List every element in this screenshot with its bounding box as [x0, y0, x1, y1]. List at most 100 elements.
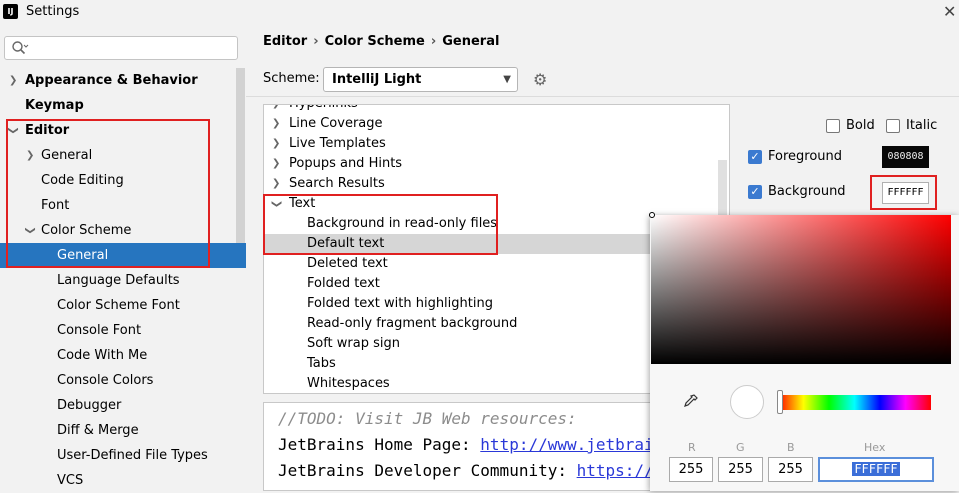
color-preview-circle [730, 385, 764, 419]
settings-search-input[interactable] [4, 36, 238, 60]
sidebar-item-color-scheme-font[interactable]: Color Scheme Font [0, 293, 236, 318]
foreground-label: Foreground [768, 149, 843, 164]
r-label: R [688, 441, 696, 454]
scheme-dropdown[interactable]: IntelliJ Light ▼ [323, 67, 518, 92]
preview-link[interactable]: https://www.jetbrains.com [577, 461, 653, 480]
b-label: B [787, 441, 795, 454]
sidebar-item-console-colors[interactable]: Console Colors [0, 368, 236, 393]
background-label: Background [768, 184, 846, 199]
code-preview: //TODO: Visit JB Web resources: JetBrain… [263, 402, 654, 491]
sidebar-item-debugger[interactable]: Debugger [0, 393, 236, 418]
sidebar-item-user-defined-file-types[interactable]: User-Defined File Types [0, 443, 236, 468]
hex-label: Hex [864, 441, 886, 454]
gear-icon[interactable]: ⚙ [533, 70, 547, 89]
sidebar-item-vcs[interactable]: VCS [0, 468, 236, 493]
red-input[interactable]: 255 [669, 457, 713, 482]
tree-item-label: Deleted text [307, 256, 388, 271]
chevron-right-icon: ❯ [272, 105, 280, 114]
eyedropper-icon[interactable] [683, 393, 699, 413]
sidebar-item-label: Appearance & Behavior [25, 73, 198, 88]
sidebar-item-label: Console Font [57, 323, 142, 338]
breadcrumb-separator-icon: › [430, 34, 437, 49]
sidebar-item-keymap[interactable]: Keymap [0, 93, 236, 118]
sidebar-item-label: Code With Me [57, 348, 148, 363]
sidebar-item-label: Diff & Merge [57, 423, 139, 438]
tree-item-label: Search Results [289, 176, 385, 191]
preview-line-community: JetBrains Developer Community: https://w… [278, 461, 653, 480]
hex-value: FFFFFF [852, 462, 900, 476]
breadcrumb-color-scheme[interactable]: Color Scheme [325, 34, 425, 49]
tree-item-label: Folded text [307, 276, 380, 291]
tree-item-label: Whitespaces [307, 376, 390, 391]
intellij-logo-icon: IJ [3, 4, 18, 19]
tree-item-label: Soft wrap sign [307, 336, 400, 351]
divider [246, 96, 959, 97]
tree-item-label: Line Coverage [289, 116, 383, 131]
window-title: Settings [26, 4, 80, 19]
sidebar-item-label: VCS [57, 473, 84, 488]
foreground-color-swatch[interactable]: 080808 [882, 146, 929, 168]
green-input[interactable]: 255 [718, 457, 763, 482]
preview-line-home: JetBrains Home Page: http://www.jetbrain… [278, 435, 653, 454]
hue-slider[interactable] [778, 395, 931, 410]
sidebar-item-label: Console Colors [57, 373, 154, 388]
sidebar-item-label: Language Defaults [57, 273, 180, 288]
breadcrumb-general: General [442, 34, 500, 49]
breadcrumb-editor[interactable]: Editor [263, 34, 307, 49]
tree-item-label: Live Templates [289, 136, 386, 151]
chevron-right-icon: ❯ [272, 138, 281, 149]
chevron-right-icon: ❯ [9, 75, 18, 86]
color-picker-popup: R G B Hex 255 255 255 FFFFFF [649, 212, 959, 491]
tree-item-label: Folded text with highlighting [307, 296, 493, 311]
tree-item-label: Read-only fragment background [307, 316, 518, 331]
tree-item-hyperlinks[interactable]: ❯ Hyperlinks [264, 105, 719, 114]
hex-input[interactable]: FFFFFF [818, 457, 934, 482]
chevron-right-icon: ❯ [272, 118, 281, 129]
sidebar-item-console-font[interactable]: Console Font [0, 318, 236, 343]
highlight-box-text [263, 194, 498, 255]
foreground-checkbox[interactable]: ✓ [748, 150, 762, 164]
tree-item-search-results[interactable]: ❯ Search Results [264, 174, 719, 194]
preview-text: JetBrains Developer Community: [278, 461, 577, 480]
sidebar-item-diff-merge[interactable]: Diff & Merge [0, 418, 236, 443]
preview-comment: //TODO: Visit JB Web resources: [278, 409, 577, 428]
highlight-box-background [870, 175, 937, 210]
title-bar [0, 0, 959, 27]
sidebar-item-label: User-Defined File Types [57, 448, 208, 463]
search-icon [12, 41, 29, 55]
scheme-label: Scheme: [263, 71, 320, 86]
italic-checkbox[interactable] [886, 119, 900, 133]
breadcrumb-separator-icon: › [313, 34, 319, 49]
g-label: G [736, 441, 745, 454]
sidebar-item-label: Debugger [57, 398, 122, 413]
italic-label: Italic [906, 118, 938, 133]
sidebar-item-appearance-behavior[interactable]: ❯ Appearance & Behavior [0, 68, 236, 93]
hue-slider-handle[interactable] [777, 390, 783, 414]
tree-item-label: Hyperlinks [289, 105, 358, 114]
sidebar-item-label: Color Scheme Font [57, 298, 180, 313]
blue-input[interactable]: 255 [768, 457, 813, 482]
background-checkbox[interactable]: ✓ [748, 185, 762, 199]
chevron-right-icon: ❯ [272, 178, 281, 189]
preview-text: JetBrains Home Page: [278, 435, 481, 454]
chevron-right-icon: ❯ [272, 158, 281, 169]
sidebar-item-language-defaults[interactable]: Language Defaults [0, 268, 236, 293]
sidebar-item-code-with-me[interactable]: Code With Me [0, 343, 236, 368]
tree-item-live-templates[interactable]: ❯ Live Templates [264, 134, 719, 154]
bold-label: Bold [846, 118, 875, 133]
sidebar-item-label: Keymap [25, 98, 84, 113]
close-icon[interactable]: ✕ [943, 2, 956, 22]
tree-item-label: Tabs [307, 356, 336, 371]
scheme-selected-value: IntelliJ Light [332, 72, 422, 87]
saturation-handle[interactable] [649, 212, 655, 218]
highlight-box-editor [6, 119, 210, 268]
saturation-brightness-area[interactable] [649, 212, 951, 364]
sidebar-scrollbar[interactable] [236, 68, 245, 243]
tree-item-popups-and-hints[interactable]: ❯ Popups and Hints [264, 154, 719, 174]
tree-item-line-coverage[interactable]: ❯ Line Coverage [264, 114, 719, 134]
bold-checkbox[interactable] [826, 119, 840, 133]
chevron-down-icon: ▼ [503, 74, 511, 85]
preview-link[interactable]: http://www.jetbrains.com [480, 435, 653, 454]
breadcrumb: Editor › Color Scheme › General [263, 34, 499, 49]
tree-item-label: Popups and Hints [289, 156, 403, 171]
